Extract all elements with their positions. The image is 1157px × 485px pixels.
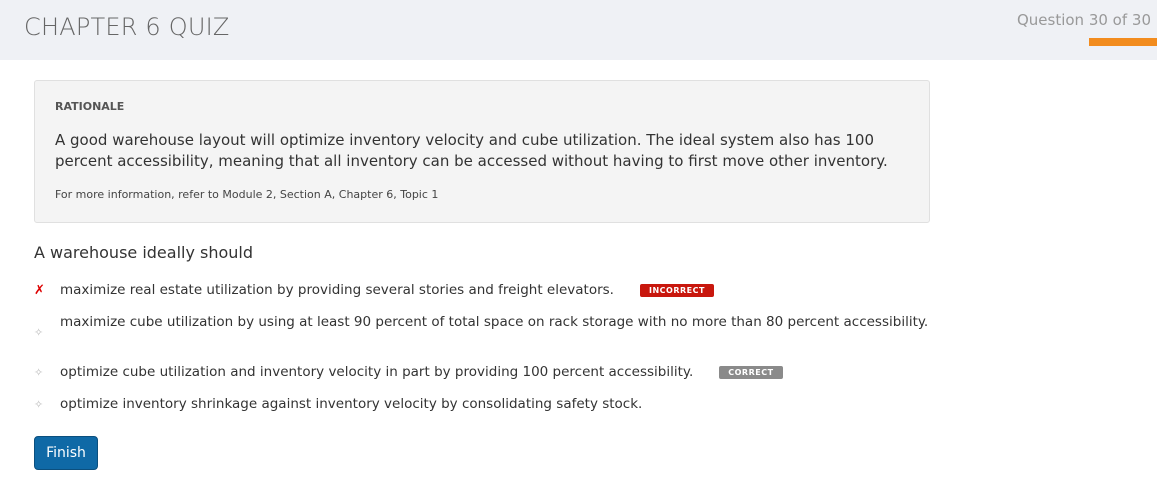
- progress-bar: [1089, 38, 1157, 46]
- diamond-icon: ✧: [34, 326, 44, 339]
- answer-option[interactable]: ✧ optimize inventory shrinkage against i…: [34, 396, 642, 412]
- progress-fill: [1089, 38, 1157, 46]
- answer-option[interactable]: ✧ optimize cube utilization and inventor…: [34, 364, 783, 380]
- incorrect-badge: INCORRECT: [639, 283, 714, 297]
- diamond-icon: ✧: [34, 397, 44, 411]
- answer-option[interactable]: ✧ maximize cube utilization by using at …: [34, 314, 928, 339]
- x-mark-icon: ✗: [34, 282, 45, 298]
- question-text: A warehouse ideally should: [34, 243, 254, 262]
- finish-button[interactable]: Finish: [34, 436, 98, 470]
- option-text: maximize cube utilization by using at le…: [60, 314, 929, 330]
- answer-option[interactable]: ✗ maximize real estate utilization by pr…: [34, 282, 714, 298]
- rationale-panel: RATIONALE A good warehouse layout will o…: [34, 80, 930, 223]
- correct-badge: CORRECT: [719, 365, 783, 379]
- page-title: CHAPTER 6 QUIZ: [24, 13, 230, 41]
- rationale-heading: RATIONALE: [55, 100, 125, 113]
- rationale-reference: For more information, refer to Module 2,…: [55, 188, 439, 201]
- rationale-text: A good warehouse layout will optimize in…: [55, 131, 888, 170]
- option-text: maximize real estate utilization by prov…: [60, 282, 614, 298]
- option-text: optimize cube utilization and inventory …: [60, 364, 694, 380]
- option-text: optimize inventory shrinkage against inv…: [60, 396, 643, 412]
- question-counter: Question 30 of 30: [1016, 11, 1151, 29]
- quiz-header: CHAPTER 6 QUIZ Question 30 of 30: [0, 0, 1157, 60]
- diamond-icon: ✧: [34, 365, 44, 379]
